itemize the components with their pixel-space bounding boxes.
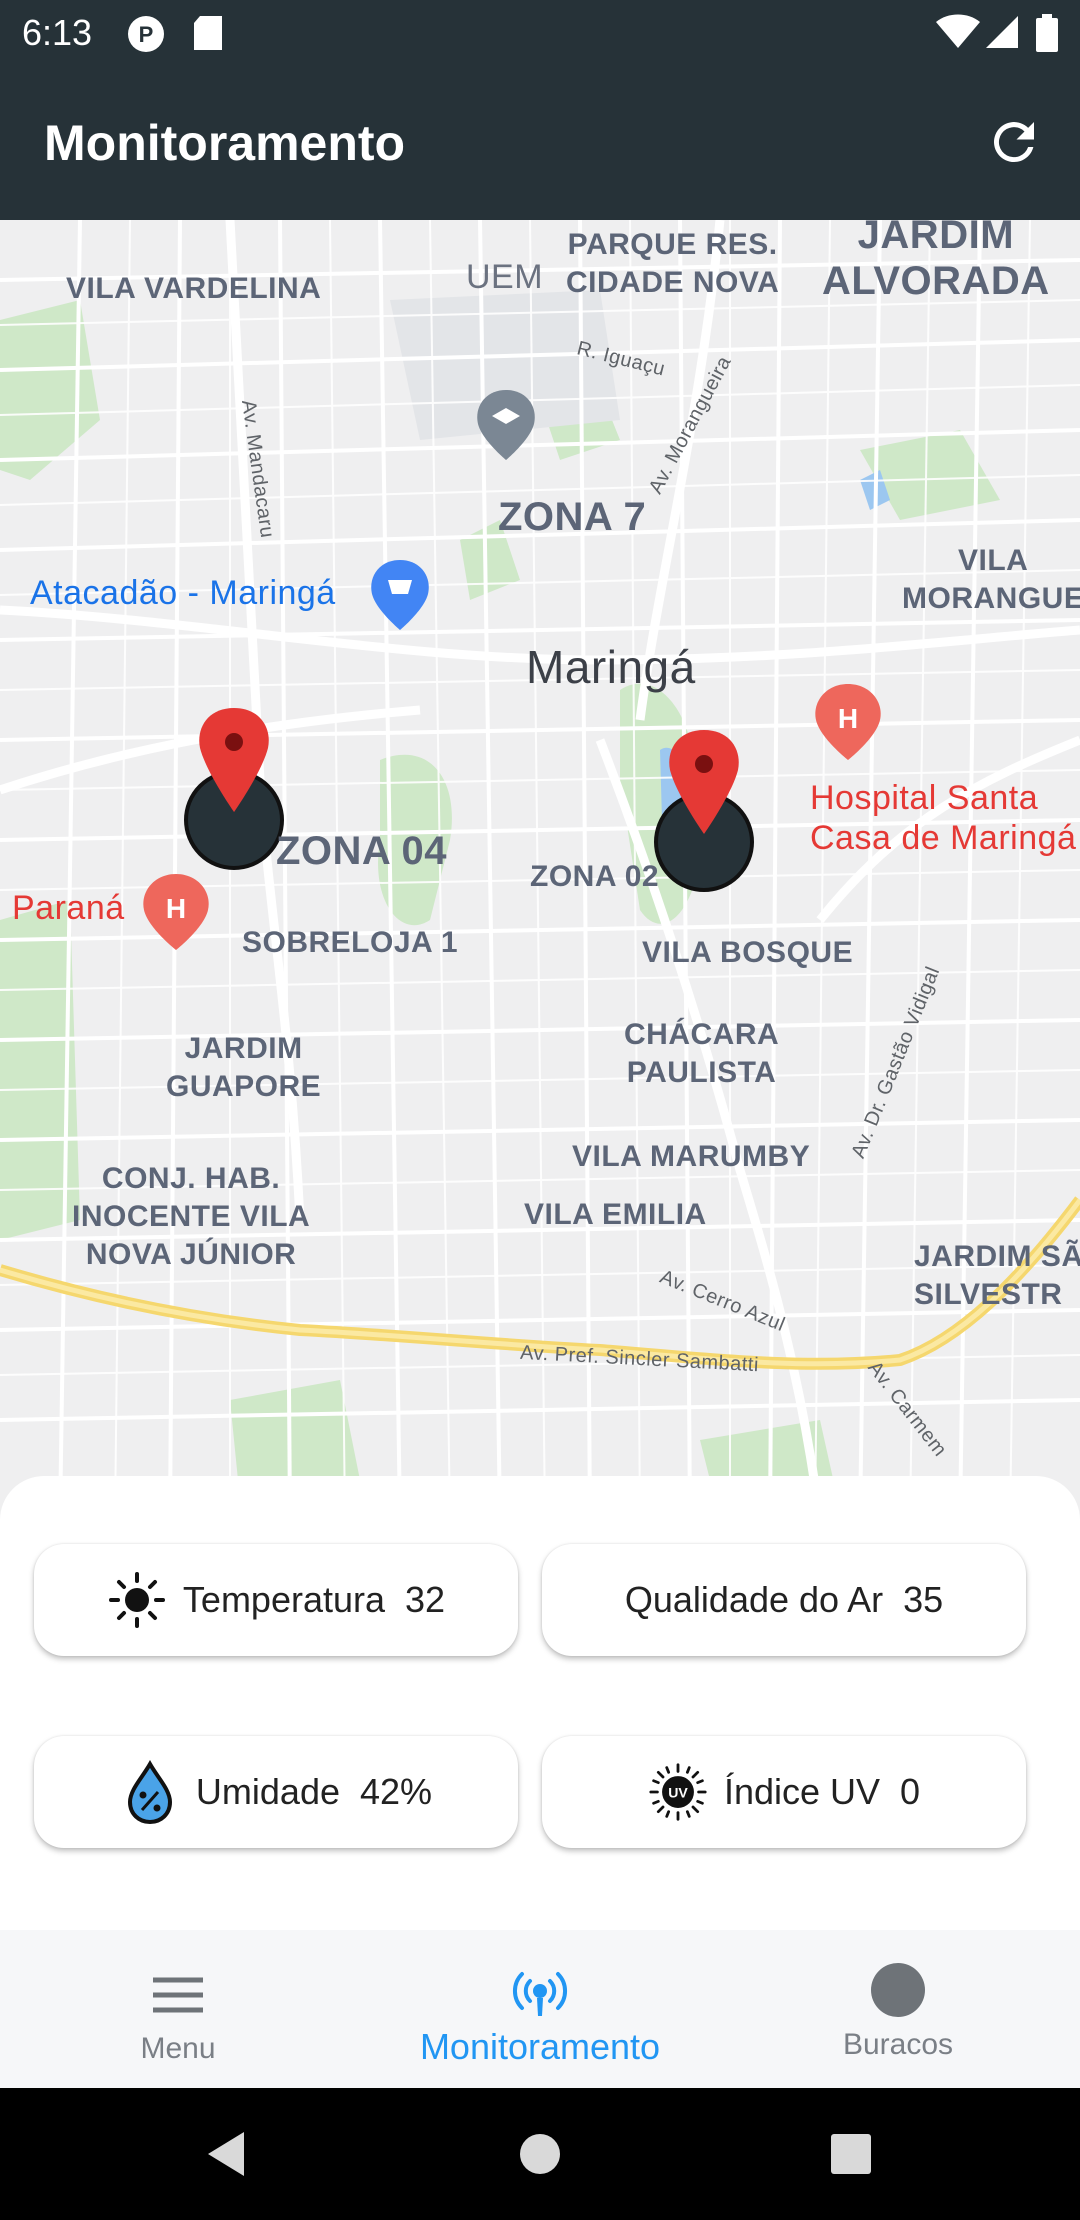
uv-icon: UV [648, 1762, 708, 1822]
metrics-panel: Temperatura 32 Qualidade do Ar 35 Umidad… [0, 1476, 1080, 1930]
map-label: SOBRELOJA 1 [242, 926, 459, 959]
map-label: CONJ. HAB. INOCENTE VILA NOVA JÚNIOR [72, 1162, 311, 1271]
map-label: ZONA 02 [530, 860, 660, 893]
circle-icon [871, 1963, 925, 2017]
svg-text:H: H [166, 893, 186, 924]
map-label: VILA MORANGUE [902, 544, 1080, 615]
university-pin-icon[interactable] [477, 390, 535, 460]
menu-icon [153, 1977, 203, 2013]
humidity-value: 42% [360, 1771, 433, 1812]
wifi-icon [936, 14, 980, 48]
map-label: Maringá [526, 641, 696, 693]
map-label: l Paraná [0, 889, 125, 927]
uv-index-chip[interactable]: UV Índice UV 0 [542, 1736, 1026, 1848]
system-nav-bar [0, 2088, 1080, 2220]
nav-item-buracos[interactable]: Buracos [818, 1930, 978, 2088]
svg-text:UV: UV [668, 1785, 688, 1801]
temperature-chip[interactable]: Temperatura 32 [34, 1544, 518, 1656]
map-label: VILA VARDELINA [66, 272, 322, 305]
map-label: PARQUE RES. CIDADE NOVA [566, 228, 780, 299]
map-label: VILA EMILIA [524, 1198, 707, 1231]
map-label: CHÁCARA PAULISTA [624, 1018, 780, 1089]
map-label: JARDIM GUAPORE [166, 1032, 322, 1103]
map-label: ZONA 7 [498, 495, 647, 539]
notification-p-icon: P [128, 16, 164, 52]
zone-04-marker[interactable] [184, 708, 284, 870]
app-bar: Monitoramento [0, 66, 1080, 220]
temperature-value: 32 [405, 1579, 446, 1620]
nav-item-label: Buracos [842, 2028, 954, 2061]
map-label: Hospital Santa Casa de Maringá [810, 779, 1077, 857]
map-view[interactable]: H H VILA VARDELINA UEM PARQUE RES. CIDAD… [0, 220, 1080, 1520]
uv-index-value: 0 [900, 1771, 921, 1812]
broadcast-icon [512, 1972, 568, 2016]
air-quality-value: 35 [903, 1579, 944, 1620]
map-label: VILA BOSQUE [642, 936, 854, 969]
nav-item-label: Monitoramento [419, 2026, 661, 2067]
map-label: VILA MARUMBY [572, 1140, 811, 1173]
svg-text:P: P [139, 22, 154, 47]
humidity-drop-icon [120, 1760, 180, 1824]
humidity-label: Umidade [195, 1771, 340, 1812]
back-icon[interactable] [204, 2130, 248, 2178]
status-bar: 6:13 P [0, 0, 1080, 66]
status-time: 6:13 [22, 12, 93, 53]
zone-02-marker[interactable] [654, 730, 754, 892]
bottom-navigation: Menu Monitoramento Buracos [0, 1930, 1080, 2088]
map-label: Atacadão - Maringá [30, 574, 336, 612]
svg-text:H: H [838, 703, 858, 734]
air-quality-chip[interactable]: Qualidade do Ar 35 [542, 1544, 1026, 1656]
home-icon[interactable] [518, 2132, 562, 2176]
sun-icon [107, 1570, 167, 1630]
sd-card-icon [194, 16, 222, 50]
refresh-icon[interactable] [984, 112, 1044, 172]
map-label: JARDIM ALVORADA [822, 220, 1050, 303]
nav-item-menu[interactable]: Menu [98, 1930, 258, 2088]
air-quality-label: Qualidade do Ar [624, 1579, 884, 1620]
nav-item-label: Menu [140, 2032, 216, 2065]
recents-icon[interactable] [830, 2133, 872, 2175]
temperature-label: Temperatura [182, 1579, 386, 1620]
cell-signal-icon [986, 16, 1018, 48]
map-label: UEM [466, 258, 544, 296]
nav-item-monitoramento[interactable]: Monitoramento [390, 1930, 690, 2088]
uv-index-label: Índice UV [723, 1771, 881, 1812]
map-label: ZONA 04 [276, 829, 447, 873]
map-label: JARDIM SÃ SILVESTR [914, 1240, 1080, 1311]
page-title: Monitoramento [44, 115, 406, 171]
shopping-pin-icon[interactable] [371, 560, 429, 630]
battery-icon [1036, 14, 1058, 52]
humidity-chip[interactable]: Umidade 42% [34, 1736, 518, 1848]
